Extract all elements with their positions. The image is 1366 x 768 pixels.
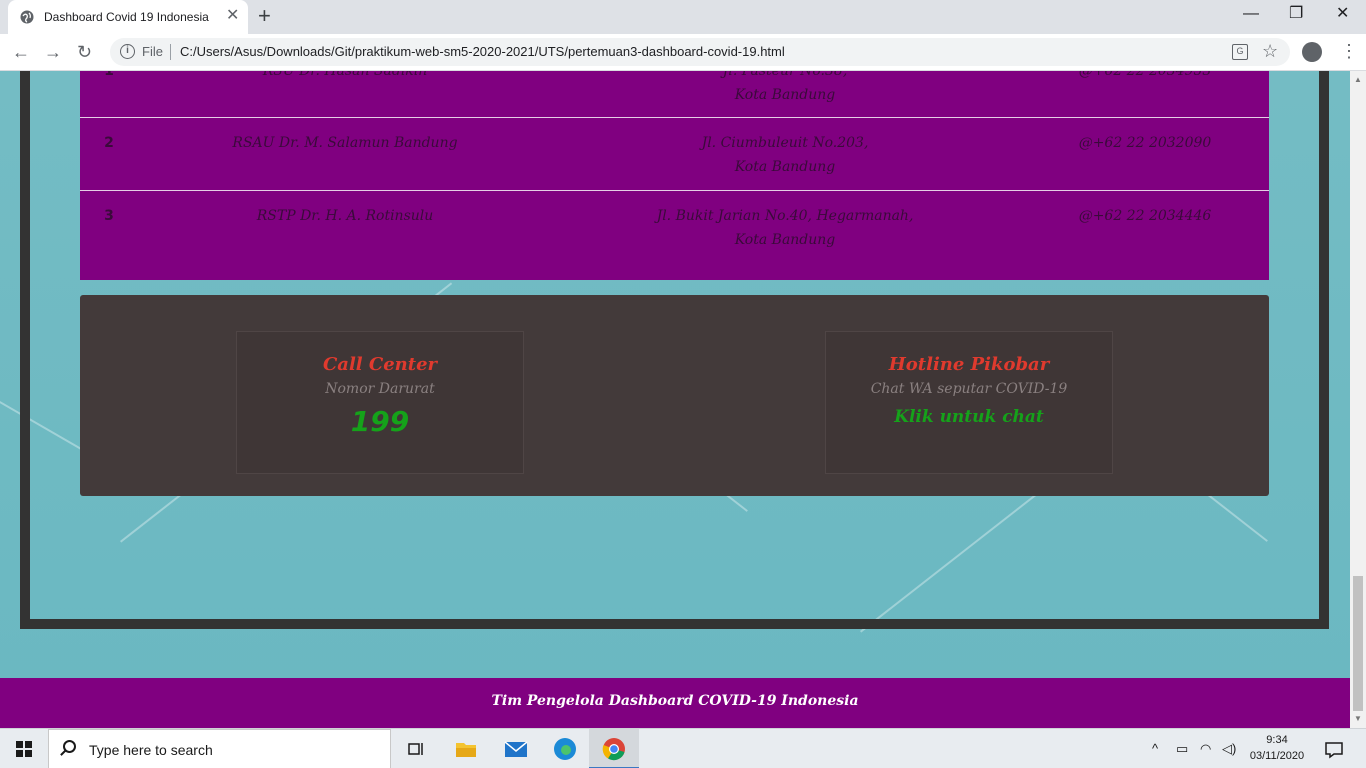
- hospital-address-line2: Kota Bandung: [734, 232, 836, 248]
- contact-panel: Call Center Nomor Darurat 199 Hotline Pi…: [80, 295, 1269, 496]
- taskbar: Type here to search ^ ▭ ◠ ◁) 9:34 03/11/…: [0, 728, 1366, 768]
- page-footer: Tim Pengelola Dashboard COVID-19 Indones…: [0, 678, 1350, 728]
- task-view-icon[interactable]: [402, 735, 430, 763]
- row-number: 3: [104, 208, 114, 224]
- new-tab-button[interactable]: +: [258, 4, 271, 28]
- close-window-button[interactable]: ✕: [1336, 4, 1349, 24]
- menu-icon[interactable]: ⋮: [1340, 40, 1358, 62]
- search-icon: [63, 740, 76, 753]
- taskbar-search-input[interactable]: Type here to search: [48, 729, 391, 768]
- row-number: 1: [104, 71, 114, 79]
- row-number: 2: [104, 135, 114, 151]
- address-bar[interactable]: i File C:/Users/Asus/Downloads/Git/prakt…: [110, 38, 1290, 66]
- hospital-address-line2: Kota Bandung: [734, 87, 836, 103]
- clock-time: 9:34: [1266, 734, 1288, 746]
- back-button[interactable]: ←: [12, 41, 30, 63]
- edge-browser-icon[interactable]: [551, 735, 579, 763]
- clock-date: 03/11/2020: [1249, 750, 1305, 762]
- hospital-table: 1 RSU Dr. Hasan Sadikin Jl. Pasteur No.3…: [80, 71, 1269, 280]
- chat-link[interactable]: Klik untuk chat: [826, 407, 1112, 427]
- profile-avatar-icon[interactable]: [1302, 42, 1322, 62]
- hotline-subtitle: Chat WA seputar COVID-19: [870, 381, 1068, 397]
- hospital-name: RSTP Dr. H. A. Rotinsulu: [256, 208, 434, 224]
- page-viewport: 1 RSU Dr. Hasan Sadikin Jl. Pasteur No.3…: [0, 71, 1350, 728]
- hotline-card: Hotline Pikobar Chat WA seputar COVID-19…: [825, 331, 1113, 474]
- hospital-name: RSU Dr. Hasan Sadikin: [262, 71, 428, 79]
- search-placeholder: Type here to search: [89, 742, 213, 758]
- bookmark-star-icon[interactable]: ☆: [1262, 41, 1278, 61]
- battery-icon[interactable]: ▭: [1176, 741, 1188, 757]
- file-label: File: [142, 44, 163, 59]
- chrome-icon: [602, 738, 625, 761]
- restore-button[interactable]: ❐: [1289, 4, 1303, 24]
- hospital-phone: @+62 22 2032090: [1078, 135, 1212, 151]
- hospital-address-line1: Jl. Ciumbuleuit No.203,: [701, 135, 869, 151]
- vertical-scrollbar[interactable]: ▲ ▼: [1350, 71, 1366, 728]
- hospital-phone: @+62 22 2034446: [1078, 208, 1212, 224]
- reload-button[interactable]: ↻: [77, 41, 92, 63]
- table-row: 1 RSU Dr. Hasan Sadikin Jl. Pasteur No.3…: [80, 71, 1269, 118]
- notification-icon[interactable]: [1320, 735, 1348, 763]
- chevron-up-icon[interactable]: ^: [1152, 741, 1158, 757]
- chrome-taskbar-button[interactable]: [589, 729, 639, 768]
- hospital-address-line1: Jl. Pasteur No.38,: [722, 71, 848, 79]
- file-explorer-icon[interactable]: [452, 735, 480, 763]
- volume-icon[interactable]: ◁): [1222, 741, 1236, 757]
- hospital-phone: @+62 22 2034953: [1078, 71, 1212, 79]
- system-clock[interactable]: 9:34 03/11/2020: [1240, 732, 1314, 764]
- translate-icon[interactable]: G: [1232, 44, 1248, 60]
- table-row: 3 RSTP Dr. H. A. Rotinsulu Jl. Bukit Jar…: [80, 191, 1269, 280]
- url-text[interactable]: C:/Users/Asus/Downloads/Git/praktikum-we…: [180, 44, 785, 59]
- windows-start-icon[interactable]: [16, 741, 32, 757]
- call-center-card: Call Center Nomor Darurat 199: [236, 331, 524, 474]
- globe-icon: [20, 10, 34, 24]
- call-center-number: 199: [350, 405, 410, 438]
- info-icon[interactable]: i: [120, 44, 135, 59]
- mail-icon[interactable]: [502, 735, 530, 763]
- hospital-name: RSAU Dr. M. Salamun Bandung: [232, 135, 458, 151]
- table-row: 2 RSAU Dr. M. Salamun Bandung Jl. Ciumbu…: [80, 118, 1269, 191]
- close-tab-icon[interactable]: ✕: [226, 7, 239, 25]
- hotline-title: Hotline Pikobar: [888, 354, 1050, 375]
- hospital-address-line1: Jl. Bukit Jarian No.40, Hegarmanah,: [656, 208, 914, 224]
- call-center-subtitle: Nomor Darurat: [325, 381, 435, 397]
- divider: [170, 44, 171, 60]
- minimize-button[interactable]: —: [1243, 4, 1259, 24]
- forward-button[interactable]: →: [44, 41, 62, 63]
- scroll-up-icon[interactable]: ▲: [1354, 75, 1362, 84]
- browser-toolbar: ← → ↻ i File C:/Users/Asus/Downloads/Git…: [0, 34, 1366, 71]
- call-center-title: Call Center: [322, 354, 438, 375]
- scroll-down-icon[interactable]: ▼: [1354, 714, 1362, 723]
- browser-tab[interactable]: Dashboard Covid 19 Indonesia ✕: [8, 0, 248, 34]
- browser-tab-bar: Dashboard Covid 19 Indonesia ✕ + — ❐ ✕: [0, 0, 1366, 34]
- wifi-icon[interactable]: ◠: [1200, 741, 1211, 757]
- scrollbar-thumb[interactable]: [1353, 576, 1363, 711]
- hospital-address-line2: Kota Bandung: [734, 159, 836, 175]
- tab-title: Dashboard Covid 19 Indonesia: [44, 10, 209, 24]
